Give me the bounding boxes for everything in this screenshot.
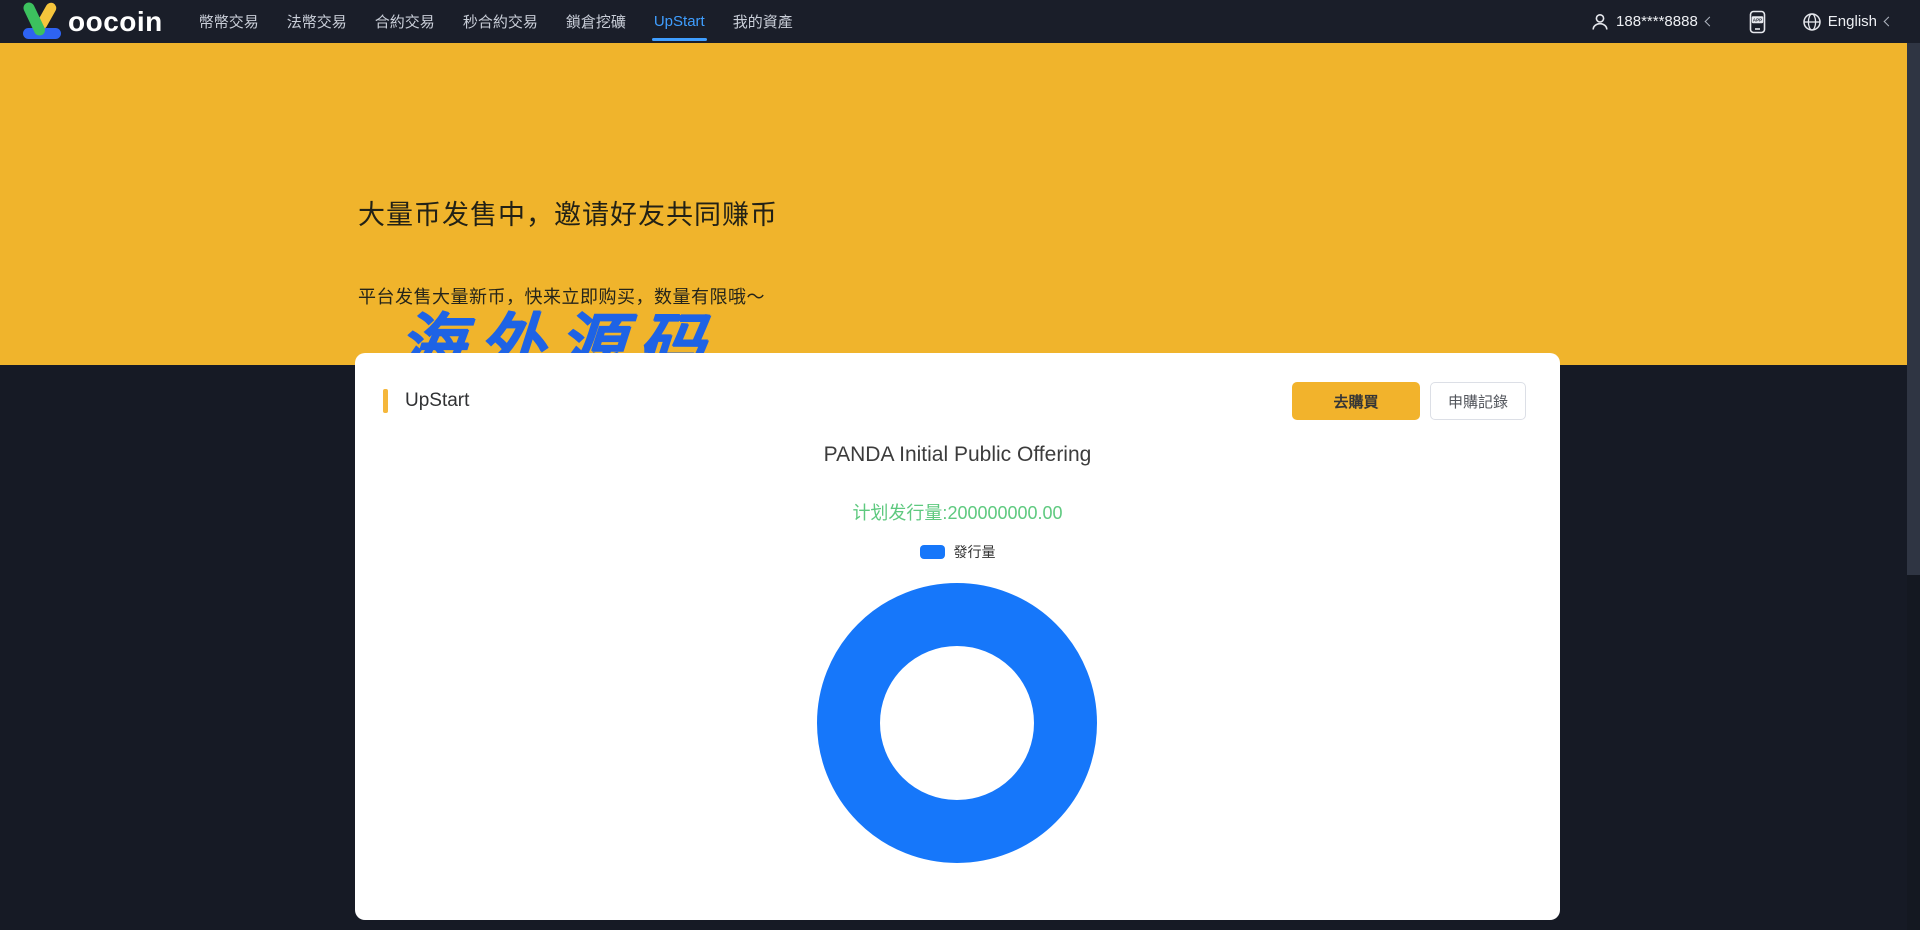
panel-title-accent-bar xyxy=(383,389,388,413)
app-download-button[interactable]: APP xyxy=(1749,10,1766,34)
banner-title: 大量币发售中，邀请好友共同赚币 xyxy=(358,193,778,232)
page-scrollbar-thumb[interactable] xyxy=(1907,43,1920,575)
go-purchase-button[interactable]: 去購買 xyxy=(1292,382,1420,420)
user-account-menu[interactable]: 188****8888 xyxy=(1590,12,1713,32)
user-phone: 188****8888 xyxy=(1616,13,1698,30)
nav-item-second-contract[interactable]: 秒合約交易 xyxy=(453,0,548,43)
nav-item-lockup-mining[interactable]: 鎖倉挖礦 xyxy=(556,0,636,43)
chevron-icon xyxy=(1704,17,1714,27)
planned-issuance-text: 计划发行量:200000000.00 xyxy=(355,499,1560,525)
page: oocoin 幣幣交易 法幣交易 合約交易 秒合約交易 鎖倉挖礦 UpStart… xyxy=(0,0,1920,930)
app-download-icon: APP xyxy=(1749,10,1766,34)
nav-item-spot-trade[interactable]: 幣幣交易 xyxy=(189,0,269,43)
nav-item-my-assets[interactable]: 我的資產 xyxy=(723,0,803,43)
nav-item-contract-trade[interactable]: 合約交易 xyxy=(365,0,445,43)
brand-name: oocoin xyxy=(68,0,163,43)
brand-logo-icon xyxy=(18,1,64,43)
svg-text:APP: APP xyxy=(1753,17,1762,22)
nav-item-upstart[interactable]: UpStart xyxy=(644,0,715,43)
legend-marker-issuance xyxy=(920,545,945,559)
page-scrollbar-track[interactable] xyxy=(1907,43,1920,930)
language-selector[interactable]: English xyxy=(1802,12,1892,32)
chevron-icon xyxy=(1884,17,1894,27)
promo-banner: 大量币发售中，邀请好友共同赚币 平台发售大量新币，快来立即购买，数量有限哦～ 海… xyxy=(0,43,1907,365)
main-nav: 幣幣交易 法幣交易 合約交易 秒合約交易 鎖倉挖礦 UpStart 我的資產 xyxy=(185,0,807,43)
issuance-donut-chart[interactable] xyxy=(817,583,1097,863)
language-label: English xyxy=(1828,13,1877,30)
legend-label-issuance: 發行量 xyxy=(954,542,996,562)
purchase-record-button[interactable]: 申購記錄 xyxy=(1430,382,1526,420)
top-navbar: oocoin 幣幣交易 法幣交易 合約交易 秒合約交易 鎖倉挖礦 UpStart… xyxy=(0,0,1920,43)
globe-icon xyxy=(1802,12,1822,32)
brand-logo[interactable]: oocoin xyxy=(18,0,163,43)
user-icon xyxy=(1590,12,1610,32)
upstart-panel: UpStart 去購買 申購記錄 PANDA Initial Public Of… xyxy=(355,353,1560,920)
navbar-right: 188****8888 APP En xyxy=(1590,10,1892,34)
nav-item-fiat-trade[interactable]: 法幣交易 xyxy=(277,0,357,43)
chart-legend[interactable]: 發行量 xyxy=(355,542,1560,562)
offering-title: PANDA Initial Public Offering xyxy=(355,443,1560,467)
panel-title: UpStart xyxy=(405,389,469,413)
